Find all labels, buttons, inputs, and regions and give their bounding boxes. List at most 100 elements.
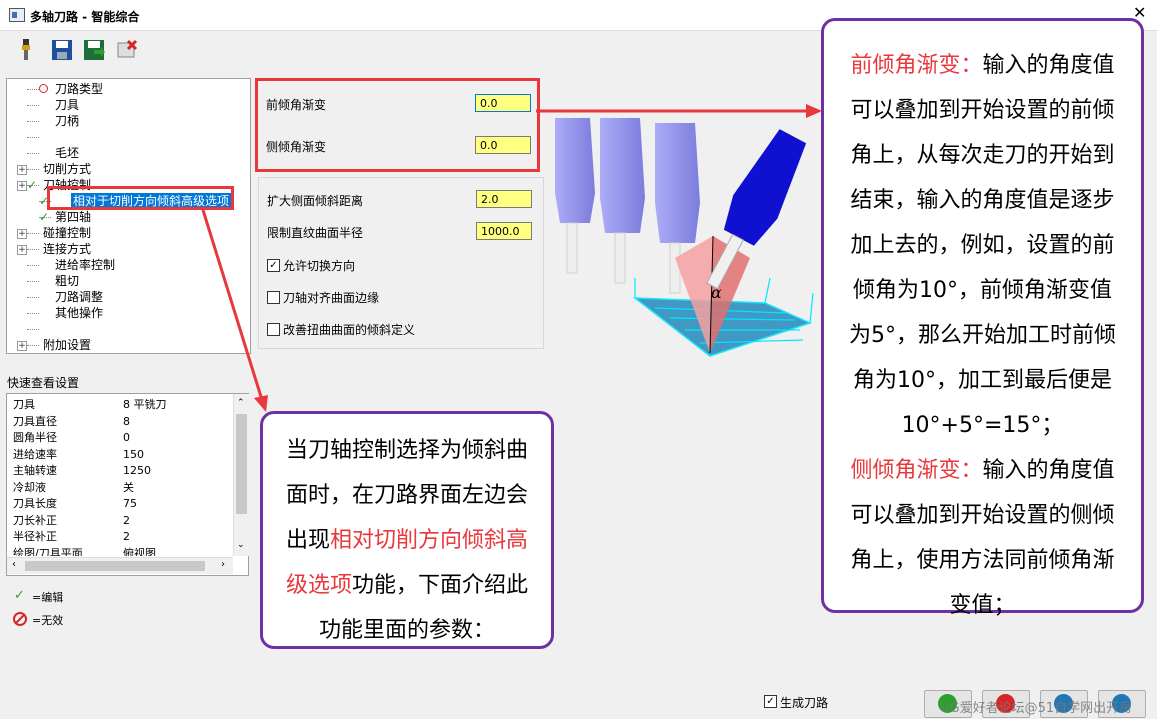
tree-item[interactable]: ✓ 第四轴 [7,209,247,225]
tree-item-label: 刀柄 [55,114,80,128]
tree-item[interactable] [7,321,247,337]
setting-value: 75 [123,497,137,510]
expand-icon[interactable]: + [17,245,27,255]
setting-value: 150 [123,447,144,461]
quick-view-title: 快速查看设置 [7,376,80,390]
vertical-scrollbar[interactable]: ⌃ ⌄ [233,394,249,556]
window-title: 多轴刀路 - 智能综合 [30,10,140,24]
setting-value: 关 [123,480,134,494]
tree-connector [27,137,39,138]
scroll-left-icon[interactable]: ‹ [12,559,16,570]
quick-view-grid: 刀具 8 平铣刀 刀具直径 8 圆角半径 0 进给速率 150 主轴转速 1250 冷却液 关刀具长度… [6,393,249,576]
table-row: 主轴转速 1250 [7,462,233,479]
setting-value: 2 [123,530,130,543]
callout-left-line4b: 功能，下面介绍此 [352,573,529,598]
callout-right-l13: 变值； [949,593,1016,618]
limit-label: 限制直纹曲面半径 [267,226,364,240]
improve-label: 改善扭曲曲面的倾斜定义 [283,323,416,337]
scroll-up-icon[interactable]: ⌃ [237,398,245,408]
tree-connector [27,297,39,298]
scroll-h-thumb[interactable] [25,561,205,571]
limit-input[interactable]: 1000.0 [476,222,532,240]
delete-icon[interactable] [115,38,139,62]
tree-item[interactable]: 刀路类型 [7,81,247,97]
tree-item[interactable]: 刀路调整 [7,289,247,305]
table-row: 刀具 8 平铣刀 [7,396,233,413]
setting-name: 刀长补正 [13,513,57,527]
invalid-icon [39,84,48,93]
extend-label: 扩大侧面倾斜距离 [267,194,364,208]
expand-icon[interactable]: + [17,229,27,239]
tree-item[interactable]: 刀具 [7,97,247,113]
tree-item-label: 切削方式 [43,162,92,176]
tree-connector [27,233,39,234]
tree-item[interactable]: 粗切 [7,273,247,289]
table-row: 圆角半径 0 [7,429,233,446]
save-export-icon[interactable] [82,38,106,62]
scroll-down-icon[interactable]: ⌄ [237,540,245,550]
tree-item[interactable]: 其他操作 [7,305,247,321]
callout-left-line3b: 相对切削方向倾斜高 [330,528,529,553]
callout-right-l10b: 输入的角度值 [982,458,1115,483]
table-row: 刀长补正 2 [7,512,233,529]
extend-input[interactable]: 2.0 [476,190,532,208]
tree-connector [27,281,39,282]
setting-name: 主轴转速 [13,464,57,477]
callout-right-l12: 角上，使用方法同前倾角渐 [850,548,1115,573]
callout-right: 前倾角渐变： 输入的角度值 可以叠加到开始设置的前倾 角上，从每次走刀的开始到 结… [821,18,1144,618]
setting-value: 0 [123,431,130,444]
callout-right-l6: 倾角为10°，前倾角渐变值 [853,278,1112,303]
align-edge-checkbox[interactable] [267,291,280,304]
table-row: 进给速率 150 [7,446,233,463]
options-group: 扩大侧面倾斜距离 2.0 限制直纹曲面半径 1000.0 ✓ 允许切换方向 刀轴… [258,177,544,349]
setting-value: 8 平铣刀 [123,398,167,411]
horizontal-scrollbar[interactable]: ‹ › [7,557,233,574]
callout-right-l1a: 前倾角渐变： [850,53,983,78]
table-row: 刀具长度 75 [7,495,233,512]
generate-toolpath-checkbox[interactable]: ✓ [764,695,777,708]
setting-name: 刀具长度 [13,497,57,510]
tree-item[interactable] [7,129,247,145]
tree-item[interactable]: + 附加设置 [7,337,247,353]
callout-right-l4: 结束，输入的角度值是逐步 [850,188,1115,213]
scroll-right-icon[interactable]: › [221,559,225,570]
tree-item[interactable]: + 连接方式 [7,241,247,257]
setting-name: 绘图/刀具平面 [13,546,83,557]
callout-left: 当刀轴控制选择为倾斜曲 面时，在刀路界面左边会 出现相对切削方向倾斜高 级选项功… [260,411,554,649]
save-icon[interactable] [50,38,74,62]
improve-checkbox[interactable] [267,323,280,336]
tree-item[interactable]: + 碰撞控制 [7,225,247,241]
table-row: 绘图/刀具平面 俯视图 [7,545,233,557]
arrowhead-down [254,395,268,412]
tree-item[interactable]: 进给率控制 [7,257,247,273]
callout-right-l2: 可以叠加到开始设置的前倾 [850,98,1115,123]
tree-item[interactable]: + 切削方式 [7,161,247,177]
expand-icon[interactable]: + [17,341,27,351]
callout-left-line1: 当刀轴控制选择为倾斜曲 [285,438,528,463]
tree-connector [27,121,39,122]
setting-name: 冷却液 [13,480,46,494]
tool-holder-icon[interactable] [14,38,38,62]
allow-switch-label: 允许切换方向 [283,259,356,273]
tree-item-label: 粗切 [55,274,80,288]
tree-connector [27,153,39,154]
generate-toolpath-label: 生成刀路 [780,696,829,710]
callout-right-l3: 角上，从每次走刀的开始到 [850,143,1115,168]
invalid-icon [13,612,27,626]
expand-icon[interactable]: + [17,181,27,191]
scroll-thumb[interactable] [236,414,247,514]
setting-name: 半径补正 [13,530,57,543]
tree-item[interactable]: 刀柄 [7,113,247,129]
setting-name: 刀具 [13,398,35,411]
allow-switch-checkbox[interactable]: ✓ [267,259,280,272]
tree-item-label: 附加设置 [43,338,92,352]
callout-right-l9: 10°+5°=15°； [901,413,1064,438]
tree-item[interactable]: 毛坯 [7,145,247,161]
setting-name: 进给速率 [13,447,57,461]
expand-icon[interactable]: + [17,165,27,175]
setting-value: 俯视图 [123,546,156,557]
callout-right-l7: 为5°，那么开始加工时前倾 [849,323,1116,348]
tree-item-label: 第四轴 [55,210,92,224]
tree-item-label: 碰撞控制 [43,226,92,240]
callout-left-line5: 功能里面的参数： [318,618,495,643]
